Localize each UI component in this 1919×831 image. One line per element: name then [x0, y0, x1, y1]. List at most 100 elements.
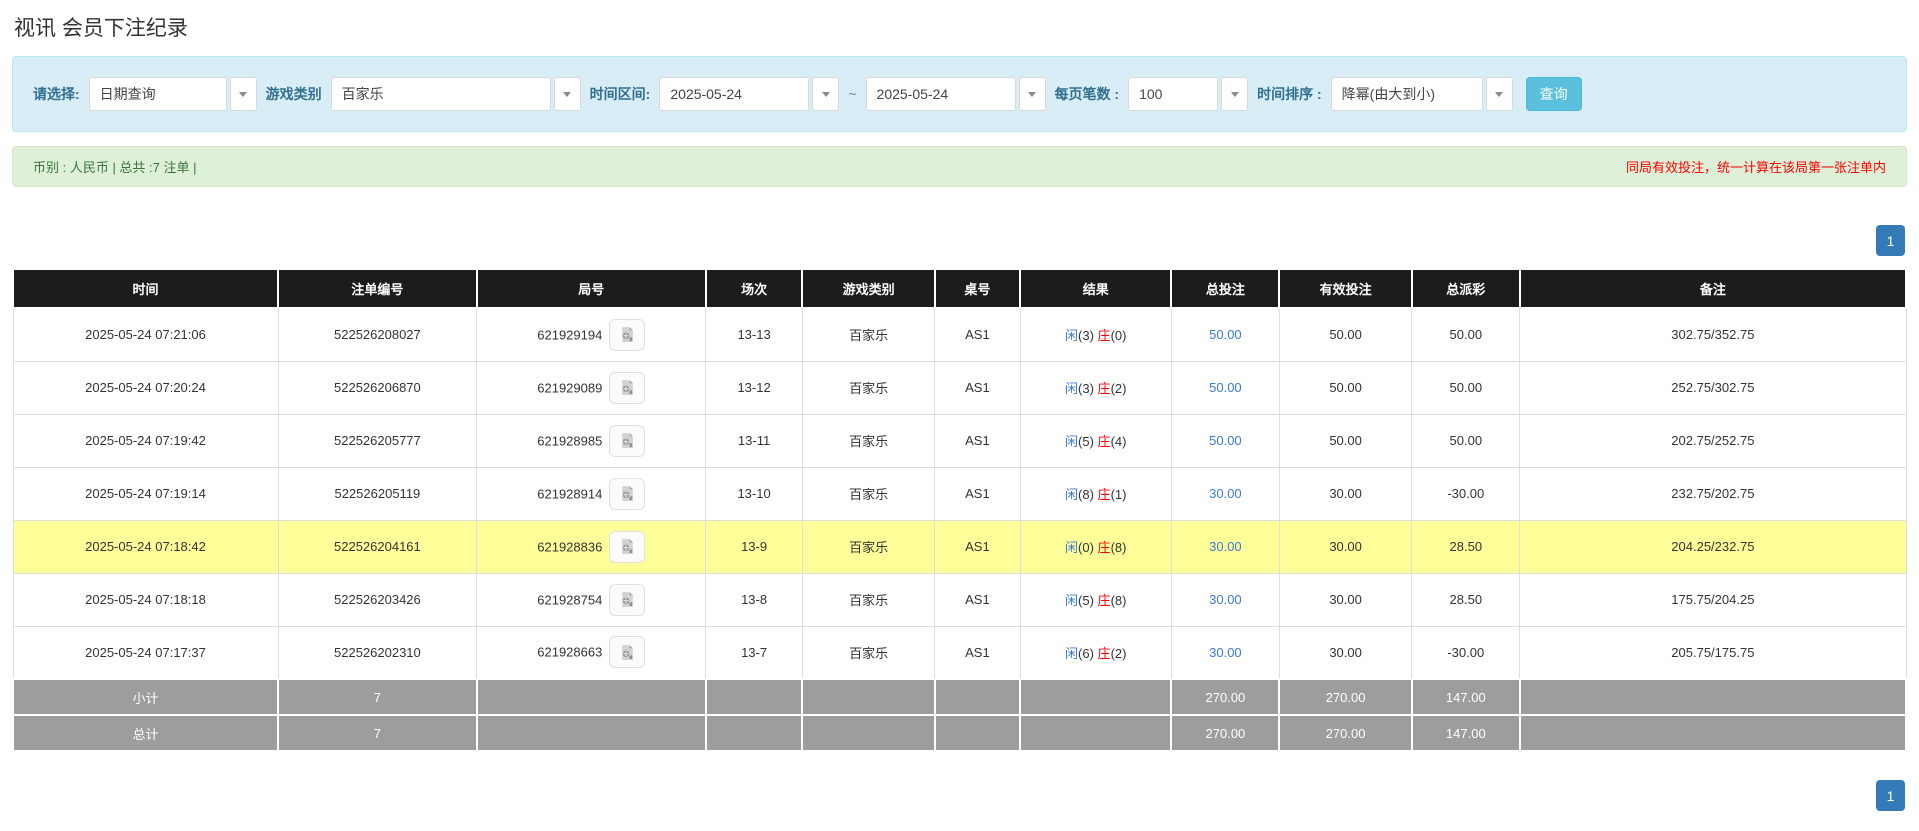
banker-result-label: 庄	[1097, 645, 1111, 661]
total-bet-link[interactable]: 30.00	[1209, 539, 1242, 554]
player-result-label: 闲	[1065, 540, 1079, 555]
video-replay-button[interactable]	[609, 583, 646, 616]
column-header: 桌号	[933, 268, 1022, 309]
page-button-1[interactable]: 1	[1876, 780, 1905, 811]
bet-number-cell: 522526202310	[277, 625, 478, 680]
time-sort-value[interactable]: 降幂(由大到小)	[1330, 77, 1483, 111]
summary-label-cell: 总计	[11, 714, 280, 752]
summary-count-cell: 7	[277, 678, 478, 716]
video-replay-button[interactable]	[609, 318, 646, 351]
time-sort-select[interactable]: 降幂(由大到小)	[1330, 77, 1513, 111]
bet-time-cell: 2025-05-24 07:17:37	[12, 625, 279, 680]
date-from-value[interactable]: 2025-05-24	[659, 77, 810, 111]
bet-number-cell: 522526205777	[277, 413, 478, 468]
total-bet-cell: 30.00	[1170, 519, 1280, 574]
session-cell: 13-13	[705, 307, 803, 362]
round-number-cell: 621929194	[476, 307, 707, 362]
summary-empty-game-cell	[801, 714, 936, 752]
payout-cell: 28.50	[1411, 572, 1521, 627]
remark-cell: 204.25/232.75	[1519, 519, 1907, 574]
remark-cell: 175.75/204.25	[1519, 572, 1907, 627]
payout-cell: 50.00	[1411, 307, 1521, 362]
table-number-cell: AS1	[934, 625, 1021, 680]
game-category-value[interactable]: 百家乐	[330, 77, 551, 111]
date-to-picker[interactable]: 2025-05-24	[865, 77, 1046, 111]
banker-result-count: (2)	[1110, 381, 1127, 396]
table-number-cell: AS1	[934, 519, 1021, 574]
round-number: 621928914	[537, 486, 603, 501]
remark-cell: 205.75/175.75	[1519, 625, 1907, 680]
total-bet-link[interactable]: 30.00	[1209, 486, 1242, 501]
bet-number-cell: 522526205119	[277, 466, 478, 521]
video-replay-button[interactable]	[609, 477, 646, 510]
total-bet-link[interactable]: 30.00	[1209, 592, 1242, 607]
page-title: 视讯 会员下注纪录	[14, 17, 188, 40]
video-replay-button[interactable]	[609, 424, 646, 457]
table-number-cell: AS1	[934, 413, 1021, 468]
time-sort-label: 时间排序 :	[1257, 86, 1322, 102]
summary-valid-bet-cell: 270.00	[1278, 714, 1413, 752]
chevron-down-icon[interactable]	[1485, 77, 1513, 111]
result-cell: 闲(3) 庄(2)	[1019, 360, 1172, 415]
chevron-down-icon[interactable]	[812, 77, 840, 111]
video-replay-button[interactable]	[609, 636, 646, 669]
valid-bet-cell: 50.00	[1278, 307, 1413, 362]
total-bet-link[interactable]: 30.00	[1209, 645, 1242, 660]
date-to-value[interactable]: 2025-05-24	[865, 77, 1016, 111]
round-number-cell: 621928985	[476, 413, 707, 468]
table-row: 2025-05-24 07:18:18 522526203426 621928754…	[12, 572, 1907, 627]
session-cell: 13-9	[705, 519, 803, 574]
summary-bar: 币别 : 人民币 | 总共 :7 注单 | 同局有效投注，统一计算在该局第一张注…	[12, 146, 1907, 187]
video-replay-button[interactable]	[609, 371, 646, 404]
player-result-label: 闲	[1065, 645, 1079, 661]
payout-cell: 28.50	[1411, 519, 1521, 574]
summary-count-cell: 7	[277, 714, 478, 752]
summary-total-bet-cell: 270.00	[1170, 678, 1281, 716]
total-bet-link[interactable]: 50.00	[1209, 327, 1242, 342]
remark-cell: 302.75/352.75	[1519, 307, 1907, 362]
video-replay-icon	[622, 486, 633, 501]
round-number: 621928663	[537, 644, 603, 660]
valid-bet-cell: 30.00	[1278, 466, 1413, 521]
bet-time-cell: 2025-05-24 07:19:42	[12, 413, 279, 468]
page-size-select[interactable]: 100	[1128, 77, 1249, 111]
column-header: 结果	[1019, 268, 1173, 309]
header-row: 时间 注单编号 局号 场次 游戏类别 桌号 结果 总投注 有效投注 总派彩 备注	[11, 268, 1908, 309]
game-category-select[interactable]: 百家乐	[330, 77, 581, 111]
page-button-1[interactable]: 1	[1876, 225, 1905, 256]
table-row: 2025-05-24 07:19:42 522526205777 621928985…	[12, 413, 1907, 468]
payout-cell: -30.00	[1411, 466, 1521, 521]
bet-records-table: 时间 注单编号 局号 场次 游戏类别 桌号 结果 总投注 有效投注 总派彩 备注 2025-05-2…	[11, 268, 1908, 752]
bet-number-cell: 522526208027	[277, 307, 478, 362]
bet-time-cell: 2025-05-24 07:18:18	[12, 572, 279, 627]
round-number-cell: 621928663	[476, 625, 707, 680]
query-type-select[interactable]: 日期查询	[88, 77, 257, 111]
player-result-label: 闲	[1065, 487, 1079, 502]
valid-bet-cell: 50.00	[1278, 413, 1413, 468]
bet-number-cell: 522526204161	[277, 519, 478, 574]
chevron-down-icon[interactable]	[1221, 77, 1249, 111]
banker-result-count: (4)	[1110, 434, 1127, 449]
video-replay-icon	[622, 592, 633, 607]
chevron-down-icon[interactable]	[553, 77, 581, 111]
payout-cell: 50.00	[1411, 360, 1521, 415]
table-row: 2025-05-24 07:18:42 522526204161 621928836…	[12, 519, 1907, 574]
result-cell: 闲(8) 庄(1)	[1019, 466, 1172, 521]
bet-time-cell: 2025-05-24 07:19:14	[12, 466, 279, 521]
game-category-cell: 百家乐	[801, 360, 936, 415]
banker-result-label: 庄	[1097, 487, 1111, 502]
summary-total-bet-cell: 270.00	[1170, 714, 1281, 752]
valid-bet-cell: 30.00	[1278, 572, 1413, 627]
query-button[interactable]: 查询	[1525, 77, 1582, 111]
video-replay-button[interactable]	[609, 530, 646, 563]
page-size-value[interactable]: 100	[1128, 77, 1219, 111]
chevron-down-icon[interactable]	[1018, 77, 1046, 111]
banker-result-label: 庄	[1097, 328, 1111, 344]
query-type-value[interactable]: 日期查询	[88, 77, 227, 111]
total-bet-link[interactable]: 50.00	[1209, 380, 1242, 395]
round-number-cell: 621929089	[476, 360, 707, 415]
round-number: 621929089	[537, 380, 603, 395]
date-from-picker[interactable]: 2025-05-24	[659, 77, 840, 111]
total-bet-link[interactable]: 50.00	[1209, 433, 1242, 448]
chevron-down-icon[interactable]	[229, 77, 257, 111]
